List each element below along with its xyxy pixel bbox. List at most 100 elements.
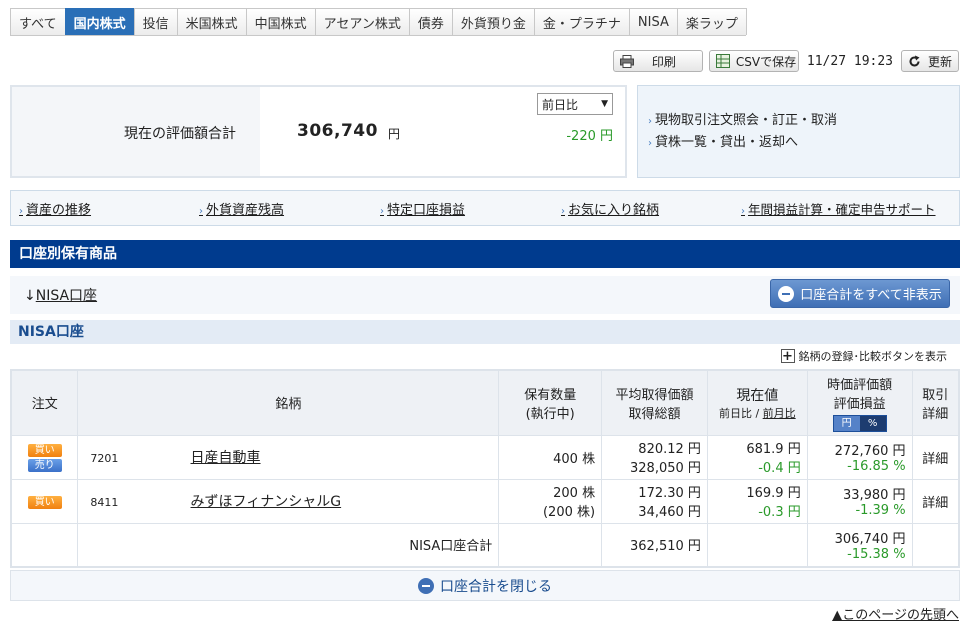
buy-button[interactable]: 買い	[27, 495, 62, 509]
tab-rakuwrap[interactable]: 楽ラップ	[676, 8, 747, 35]
stock-code: 7201	[90, 452, 119, 465]
arrow-icon: ›	[199, 205, 203, 217]
update-timestamp: 11/27 19:23	[806, 53, 893, 69]
tab-domestic-stock[interactable]: 国内株式	[64, 8, 135, 35]
current-price: 169.9 円	[746, 486, 801, 501]
total-cost-sum: 362,510 円	[601, 522, 708, 568]
price-change: -0.3 円	[758, 505, 801, 520]
valuation-diff: -220 円	[566, 129, 613, 144]
favorites-link[interactable]: › お気に入り銘柄	[561, 199, 741, 218]
arrow-icon: ›	[561, 205, 565, 217]
csv-save-button[interactable]: CSVで保存	[708, 50, 799, 72]
print-label: 印刷	[651, 54, 676, 69]
sort-prev-month-link[interactable]: 前月比	[763, 407, 796, 420]
asset-history-link[interactable]: › 資産の推移	[19, 199, 199, 218]
detail-link[interactable]: 詳細	[911, 478, 960, 524]
page-top-link[interactable]: ▲このページの先頭へ	[832, 604, 959, 623]
arrow-icon: ›	[19, 205, 23, 217]
header-name: 銘柄	[77, 369, 500, 436]
header-qty: 保有数量 (執行中)	[498, 369, 603, 436]
printer-icon	[619, 54, 634, 68]
header-eval: 時価評価額 評価損益 円%	[806, 369, 913, 436]
valuation-unit: 円	[388, 127, 401, 141]
order-links-box: › 現物取引注文照会・訂正・取消 › 貸株一覧・貸出・返却へ	[637, 85, 960, 178]
csv-icon	[715, 54, 730, 68]
asset-tabs: すべて 国内株式 投信 米国株式 中国株式 アセアン株式 債券 外貨預り金 金・…	[10, 8, 747, 36]
tab-bonds[interactable]: 債券	[408, 8, 453, 35]
plus-icon: +	[780, 348, 795, 364]
dropdown-arrow-icon: ▼	[601, 99, 608, 109]
yen-pct-toggle[interactable]: 円%	[832, 414, 887, 432]
down-arrow-icon: ↓	[24, 288, 36, 304]
report-link-bar: › 資産の推移 › 外貨資産残高 › 特定口座損益 › お気に入り銘柄 › 年間損益計算・…	[10, 190, 960, 226]
arrow-icon: ›	[741, 205, 745, 217]
total-cost: 34,460 円	[638, 505, 701, 520]
tab-funds[interactable]: 投信	[133, 8, 178, 35]
total-market-value: 306,740 円	[834, 531, 906, 547]
avg-price: 820.12 円	[638, 442, 701, 457]
market-value: 33,980 円	[842, 488, 906, 503]
holdings-table: 注文 銘柄 保有数量 (執行中) 平均取得価額 取得総額 現在値 前日比 / 前月比 …	[10, 369, 960, 568]
total-label: NISA口座合計	[77, 522, 500, 568]
header-detail: 取引 詳細	[911, 369, 960, 436]
header-price: 現在値 前日比 / 前月比	[706, 369, 808, 436]
header-avg: 平均取得価額 取得総額	[601, 369, 708, 436]
hide-all-totals-button[interactable]: 口座合計をすべて非表示	[770, 279, 950, 308]
tokutei-pl-link[interactable]: › 特定口座損益	[380, 199, 561, 218]
toolbar: 印刷 CSVで保存 11/27 19:23 更新	[612, 50, 959, 72]
buy-button[interactable]: 買い	[27, 444, 62, 457]
tab-china-stock[interactable]: 中国株式	[245, 8, 316, 35]
unrealized-pl: -16.85 %	[847, 459, 906, 474]
current-price: 681.9 円	[746, 442, 801, 457]
nisa-anchor-link[interactable]: ↓NISA口座	[24, 285, 97, 305]
total-cost: 328,050 円	[630, 461, 701, 476]
tax-support-link[interactable]: › 年間損益計算・確定申告サポート	[741, 199, 936, 218]
valuation-label: 現在の評価額合計	[124, 126, 236, 142]
valuation-value: 306,740	[297, 121, 378, 141]
holding-qty: 200 株	[553, 486, 596, 501]
stock-code: 8411	[90, 496, 119, 509]
tab-us-stock[interactable]: 米国株式	[176, 8, 247, 35]
tab-all[interactable]: すべて	[10, 8, 66, 35]
order-inquiry-link[interactable]: › 現物取引注文照会・訂正・取消	[648, 110, 959, 132]
tab-gold-platinum[interactable]: 金・プラチナ	[533, 8, 630, 35]
table-header-row: 注文 銘柄 保有数量 (執行中) 平均取得価額 取得総額 現在値 前日比 / 前月比 …	[10, 369, 960, 436]
price-change: -0.4 円	[758, 461, 801, 476]
detail-link[interactable]: 詳細	[911, 434, 960, 480]
table-row: 買い 8411 みずほフィナンシャルG 200 株 (200 株) 172.30 …	[10, 478, 960, 524]
account-nav-row: ↓NISA口座 口座合計をすべて非表示	[10, 276, 960, 314]
avg-price: 172.30 円	[638, 486, 701, 501]
csv-label: CSVで保存	[735, 54, 797, 69]
stock-lending-link[interactable]: › 貸株一覧・貸出・返却へ	[648, 132, 959, 154]
unrealized-pl: -1.39 %	[855, 503, 906, 518]
tab-fx-deposit[interactable]: 外貨預り金	[451, 8, 535, 35]
header-order: 注文	[10, 369, 79, 436]
fx-balance-link[interactable]: › 外貨資産残高	[199, 199, 380, 218]
refresh-button[interactable]: 更新	[901, 50, 959, 72]
total-row: NISA口座合計 362,510 円 306,740 円 -15.38 %	[10, 522, 960, 568]
refresh-icon	[908, 54, 922, 68]
table-row: 買い 売り 7201 日産自動車 400 株 820.12 円 328,050 円…	[10, 434, 960, 480]
print-button[interactable]: 印刷	[612, 50, 703, 72]
market-value: 272,760 円	[834, 444, 906, 459]
compare-period-value: 前日比	[542, 97, 579, 112]
close-totals-button[interactable]: 口座合計を閉じる	[10, 570, 960, 601]
arrow-icon: ›	[648, 116, 652, 127]
valuation-summary: 現在の評価額合計 306,740 円 前日比 ▼ -220 円	[10, 85, 627, 178]
arrow-icon: ›	[648, 138, 652, 149]
compare-toggle[interactable]: + 銘柄の登録･比較ボタンを表示	[780, 348, 947, 364]
minus-circle-icon	[418, 577, 434, 594]
tab-nisa[interactable]: NISA	[628, 8, 678, 35]
holding-qty: 400 株	[498, 434, 603, 480]
stock-name-link[interactable]: みずほフィナンシャルG	[191, 494, 342, 510]
refresh-label: 更新	[927, 54, 952, 69]
compare-period-select[interactable]: 前日比 ▼	[537, 93, 613, 115]
stock-name-link[interactable]: 日産自動車	[191, 450, 261, 466]
total-pl: -15.38 %	[847, 546, 906, 562]
section-title: 口座別保有商品	[10, 240, 960, 268]
minus-circle-icon	[778, 285, 795, 302]
account-header: NISA口座	[10, 320, 960, 344]
sell-button[interactable]: 売り	[27, 459, 62, 472]
pending-qty: (200 株)	[542, 505, 596, 520]
tab-asean-stock[interactable]: アセアン株式	[314, 8, 410, 35]
